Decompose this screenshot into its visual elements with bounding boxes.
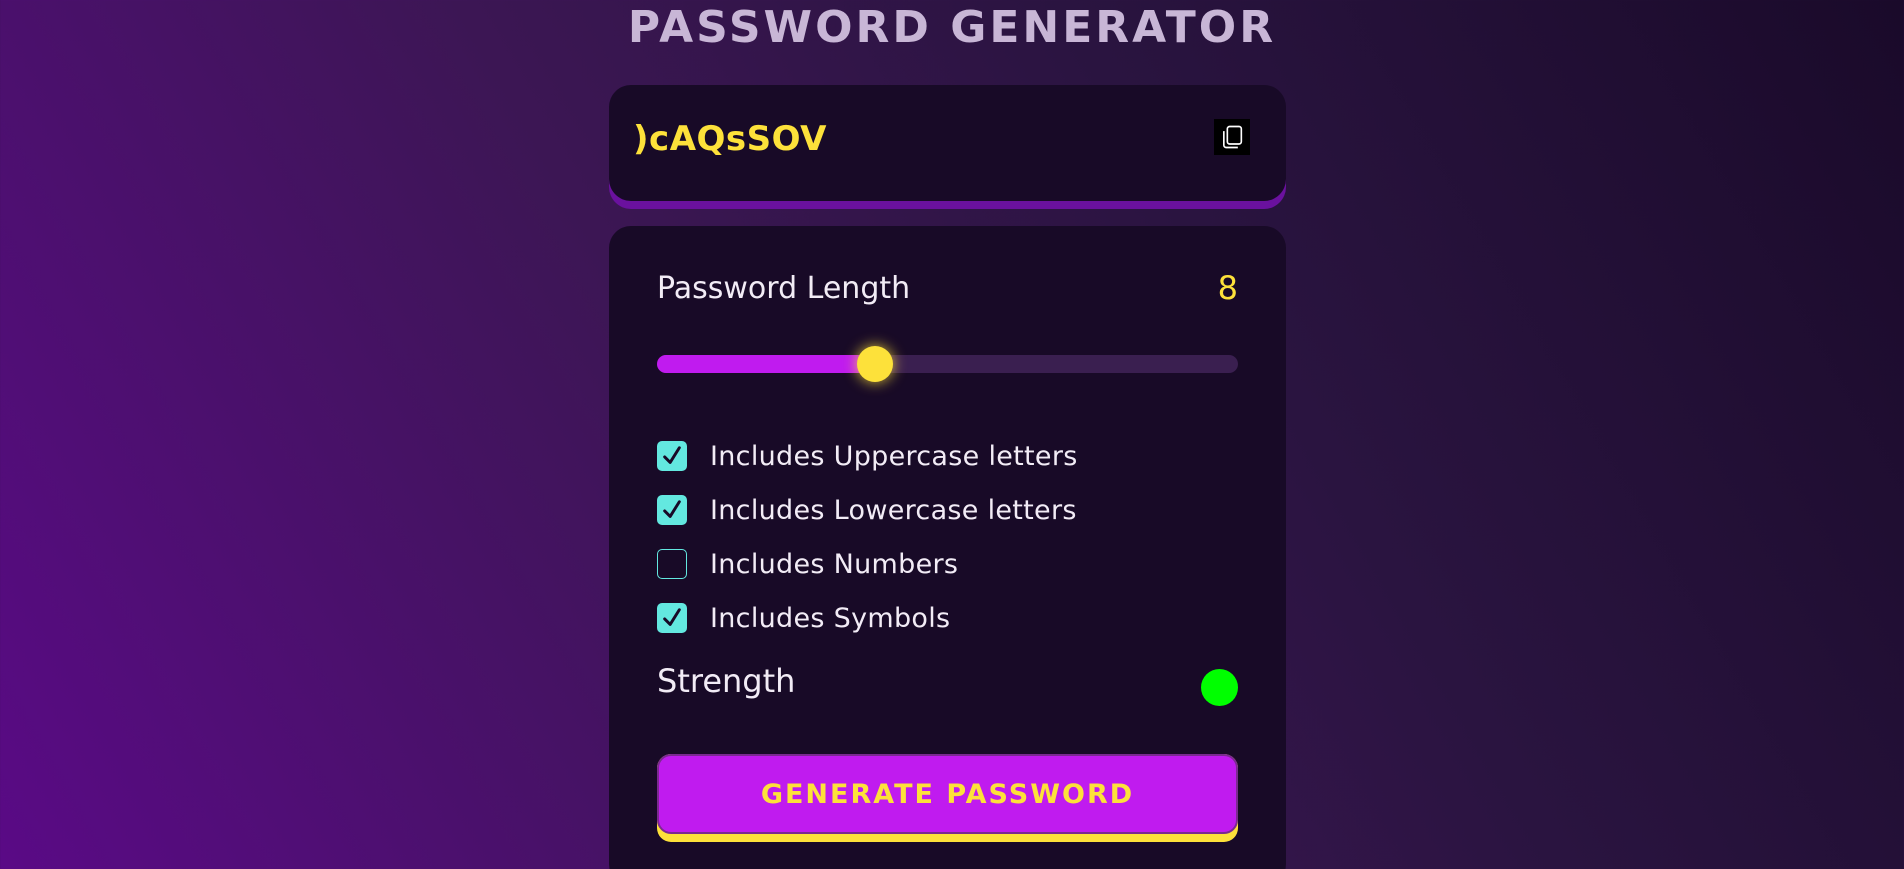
option-label: Includes Uppercase letters — [710, 440, 1078, 472]
password-output-box: )cAQsSOV — [609, 85, 1286, 201]
options-list: Includes Uppercase letters Includes Lowe… — [657, 429, 1078, 645]
checkmark-icon — [663, 500, 681, 518]
settings-panel: Password Length 8 Includes Uppercase let… — [609, 226, 1286, 869]
option-symbols[interactable]: Includes Symbols — [657, 591, 1078, 645]
generate-password-button[interactable]: GENERATE PASSWORD — [657, 754, 1238, 842]
slider-thumb[interactable] — [856, 346, 893, 382]
copy-icon — [1223, 125, 1243, 149]
option-numbers[interactable]: Includes Numbers — [657, 537, 1078, 591]
option-label: Includes Numbers — [710, 548, 959, 580]
option-label: Includes Lowercase letters — [710, 494, 1077, 526]
checkmark-icon — [663, 608, 681, 626]
slider-fill — [657, 355, 875, 373]
strength-indicator — [1201, 669, 1238, 706]
option-label: Includes Symbols — [710, 602, 951, 634]
checkmark-icon — [663, 446, 681, 464]
generated-password: )cAQsSOV — [633, 119, 827, 159]
copy-button[interactable] — [1214, 119, 1250, 155]
password-length-label: Password Length — [657, 271, 911, 306]
option-uppercase[interactable]: Includes Uppercase letters — [657, 429, 1078, 483]
lowercase-checkbox[interactable] — [657, 495, 687, 525]
generate-password-label: GENERATE PASSWORD — [657, 754, 1238, 834]
numbers-checkbox[interactable] — [657, 549, 687, 579]
uppercase-checkbox[interactable] — [657, 441, 687, 471]
page-title: PASSWORD GENERATOR — [627, 2, 1277, 53]
length-slider[interactable] — [657, 346, 1238, 382]
strength-label: Strength — [657, 662, 796, 700]
option-lowercase[interactable]: Includes Lowercase letters — [657, 483, 1078, 537]
password-length-value: 8 — [1217, 269, 1238, 307]
symbols-checkbox[interactable] — [657, 603, 687, 633]
